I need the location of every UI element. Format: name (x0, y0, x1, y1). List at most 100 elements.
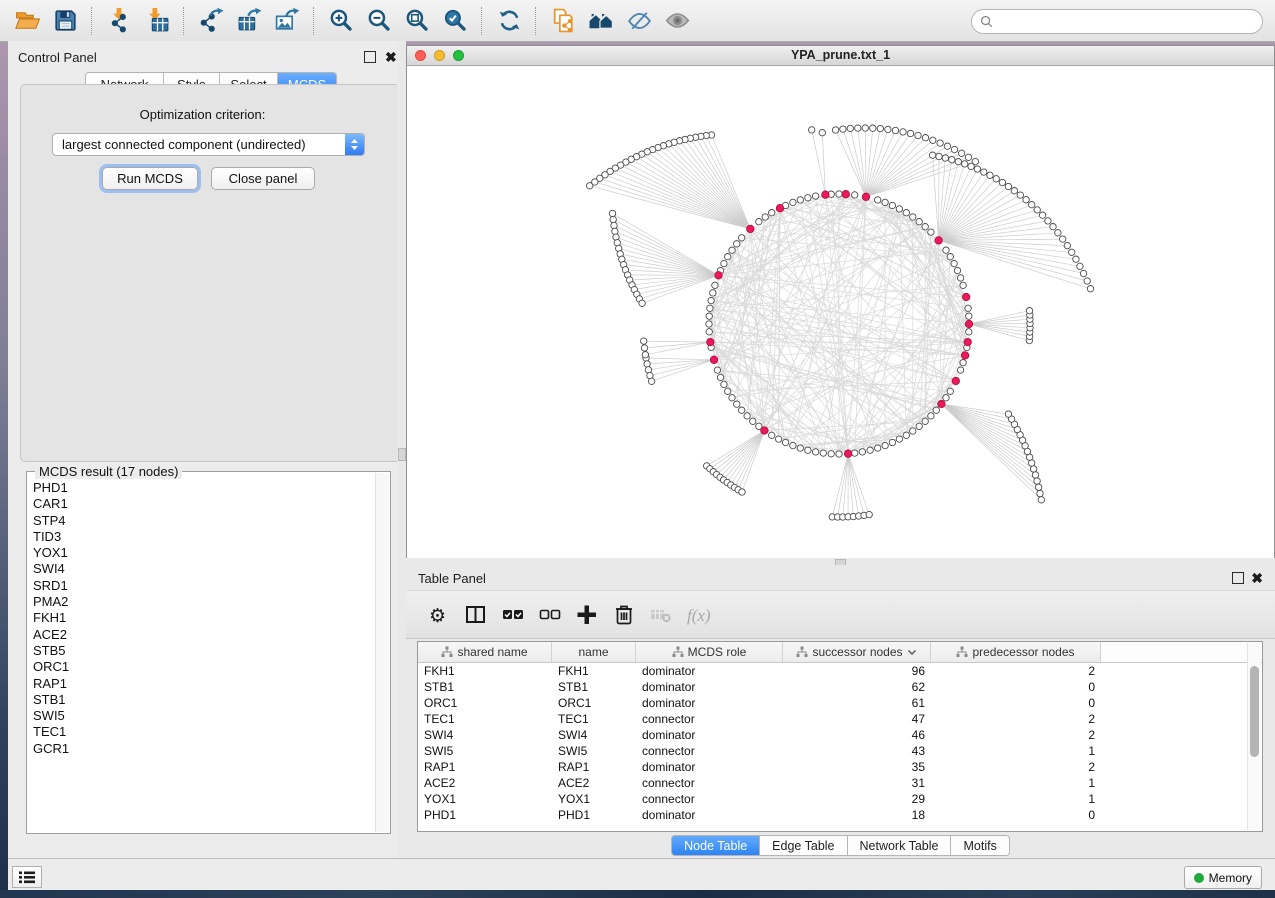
network-window-titlebar[interactable]: YPA_prune.txt_1 (407, 46, 1274, 66)
result-node-item[interactable]: YOX1 (31, 545, 374, 561)
zoom-in-button[interactable] (322, 4, 360, 38)
zoom-out-button[interactable] (360, 4, 398, 38)
table-row[interactable]: FKH1FKH1dominator962 (418, 663, 1262, 679)
close-panel-button[interactable]: Close panel (211, 167, 315, 190)
horizontal-splitter[interactable] (406, 558, 1275, 565)
tab-edge-table[interactable]: Edge Table (760, 835, 847, 856)
home-button[interactable] (582, 4, 620, 38)
tab-network-table[interactable]: Network Table (848, 835, 952, 856)
table-row[interactable]: STB1STB1dominator620 (418, 679, 1262, 695)
table-row[interactable]: TEC1TEC1connector472 (418, 711, 1262, 727)
result-node-item[interactable]: ACE2 (31, 627, 374, 643)
refresh-button[interactable] (490, 4, 528, 38)
toolbar-separator (481, 7, 483, 35)
close-panel-icon[interactable]: ✖ (1251, 572, 1263, 584)
network-nodes[interactable] (587, 125, 1094, 520)
import-table-icon (144, 7, 171, 34)
result-node-item[interactable]: STP4 (31, 513, 374, 529)
result-node-item[interactable]: PHD1 (31, 480, 374, 496)
sort-desc-icon (907, 649, 917, 656)
export-network-button[interactable] (192, 4, 230, 38)
home-icon (588, 7, 615, 34)
result-node-item[interactable]: SWI4 (31, 561, 374, 577)
tab-motifs[interactable]: Motifs (951, 835, 1009, 856)
list-icon (19, 871, 35, 884)
cell-successor_nodes: 18 (783, 807, 931, 823)
column-header-successor-nodes[interactable]: successor nodes (783, 642, 931, 662)
add-column-icon (575, 603, 599, 627)
cell-mcds_role: dominator (636, 679, 783, 695)
result-node-item[interactable]: PMA2 (31, 594, 374, 610)
table-scrollbar[interactable] (1247, 643, 1261, 830)
import-network-button[interactable] (100, 4, 138, 38)
network-canvas[interactable] (407, 66, 1274, 558)
hide-panel-button[interactable] (620, 4, 658, 38)
vertical-splitter[interactable] (397, 41, 406, 858)
float-panel-icon[interactable] (1232, 572, 1244, 584)
delete-table-button[interactable] (642, 597, 679, 633)
tab-node-table[interactable]: Node Table (671, 835, 760, 856)
column-header-name[interactable]: name (552, 642, 636, 662)
export-image-button[interactable] (268, 4, 306, 38)
deselect-all-button[interactable] (531, 597, 568, 633)
zoom-in-icon (328, 7, 355, 34)
memory-button[interactable]: Memory (1184, 866, 1262, 889)
show-panel-icon (664, 7, 691, 34)
table-row[interactable]: YOX1YOX1connector291 (418, 791, 1262, 807)
status-list-button[interactable] (12, 866, 42, 888)
network-from-file-button[interactable] (544, 4, 582, 38)
cell-predecessor_nodes: 2 (931, 759, 1101, 775)
network-from-file-icon (550, 7, 577, 34)
function-builder-button[interactable]: f(x) (679, 597, 716, 633)
table-row[interactable]: ORC1ORC1dominator610 (418, 695, 1262, 711)
column-view-button[interactable] (457, 597, 494, 633)
save-session-button[interactable] (46, 4, 84, 38)
export-table-button[interactable] (230, 4, 268, 38)
table-panel-title: Table Panel (418, 571, 486, 586)
scrollbar-thumb[interactable] (1250, 666, 1259, 757)
show-panel-button[interactable] (658, 4, 696, 38)
result-node-item[interactable]: SWI5 (31, 708, 374, 724)
result-node-item[interactable]: SRD1 (31, 578, 374, 594)
result-node-item[interactable]: TEC1 (31, 724, 374, 740)
table-row[interactable]: SWI5SWI5connector431 (418, 743, 1262, 759)
result-node-item[interactable]: FKH1 (31, 610, 374, 626)
table-row[interactable]: RAP1RAP1dominator352 (418, 759, 1262, 775)
cell-shared_name: ACE2 (418, 775, 552, 791)
optimization-criterion-select[interactable]: largest connected component (undirected) (52, 133, 365, 156)
result-node-item[interactable]: CAR1 (31, 496, 374, 512)
import-table-button[interactable] (138, 4, 176, 38)
cell-shared_name: YOX1 (418, 791, 552, 807)
column-header-predecessor-nodes[interactable]: predecessor nodes (931, 642, 1101, 662)
add-column-button[interactable] (568, 597, 605, 633)
table-row[interactable]: SWI4SWI4dominator462 (418, 727, 1262, 743)
network-graph[interactable] (407, 66, 1274, 558)
zoom-out-icon (366, 7, 393, 34)
result-node-item[interactable]: TID3 (31, 529, 374, 545)
splitter-handle[interactable] (398, 448, 406, 461)
table-panel: Table Panel ✖ ⚙ f(x) shared namenameMCDS … (406, 565, 1275, 858)
select-all-button[interactable] (494, 597, 531, 633)
cell-mcds_role: dominator (636, 759, 783, 775)
run-mcds-button[interactable]: Run MCDS (102, 167, 198, 190)
result-node-item[interactable]: STB5 (31, 643, 374, 659)
close-panel-icon[interactable]: ✖ (385, 51, 397, 63)
column-header-MCDS-role[interactable]: MCDS role (636, 642, 783, 662)
result-node-item[interactable]: STB1 (31, 692, 374, 708)
column-header-shared-name[interactable]: shared name (418, 642, 552, 662)
result-node-item[interactable]: GCR1 (31, 741, 374, 757)
function-builder-icon: f(x) (686, 603, 710, 627)
delete-column-button[interactable] (605, 597, 642, 633)
float-panel-icon[interactable] (364, 51, 376, 63)
mcds-result-list: PHD1CAR1STP4TID3YOX1SWI4SRD1PMA2FKH1ACE2… (31, 480, 374, 829)
open-file-button[interactable] (8, 4, 46, 38)
table-row[interactable]: ACE2ACE2connector311 (418, 775, 1262, 791)
result-node-item[interactable]: ORC1 (31, 659, 374, 675)
table-row[interactable]: PHD1PHD1dominator180 (418, 807, 1262, 823)
zoom-selected-button[interactable] (436, 4, 474, 38)
result-scrollbar[interactable] (375, 473, 389, 832)
search-input[interactable] (998, 12, 1254, 32)
zoom-fit-button[interactable] (398, 4, 436, 38)
result-node-item[interactable]: RAP1 (31, 676, 374, 692)
settings-button[interactable]: ⚙ (420, 597, 457, 633)
